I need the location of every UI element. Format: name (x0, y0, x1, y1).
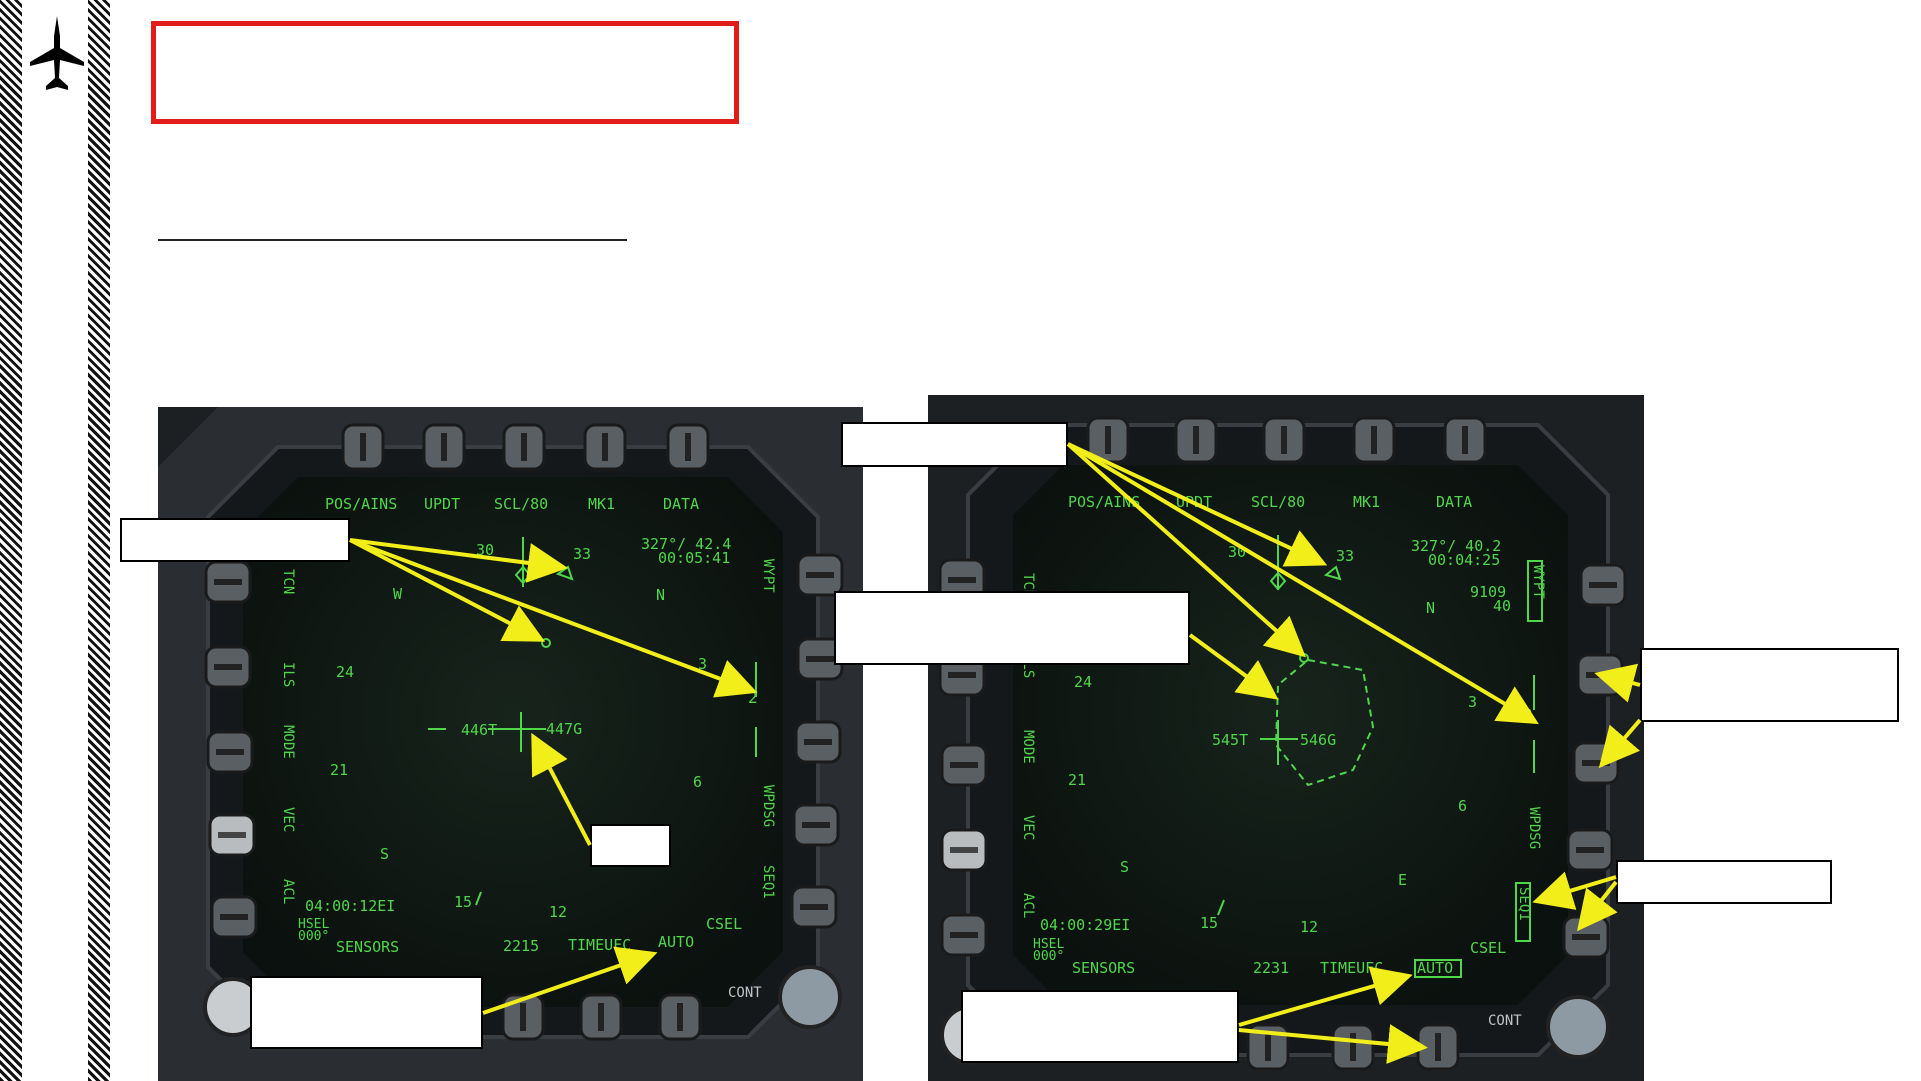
callout-arrows (349, 442, 1642, 1064)
